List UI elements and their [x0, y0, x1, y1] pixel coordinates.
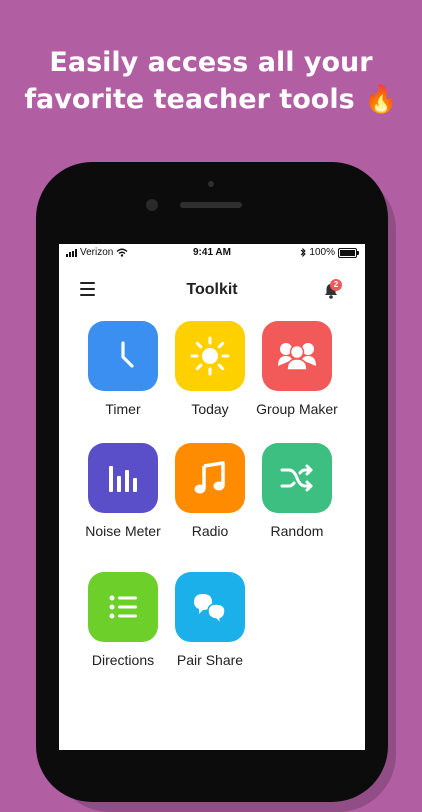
- directions-tile-background: [88, 572, 158, 642]
- phone-speaker: [180, 202, 242, 208]
- tool-label: Directions: [91, 652, 155, 668]
- nav-bar: Toolkit 2: [59, 271, 365, 305]
- battery-icon: [338, 247, 359, 258]
- tool-today[interactable]: Today: [167, 321, 253, 417]
- app-screen: Verizon 9:41 AM 100% Toolkit 2 Timer Tod…: [59, 244, 365, 750]
- tool-label: Today: [191, 401, 229, 417]
- headline: Easily access all your favorite teacher …: [0, 44, 422, 118]
- phone-sensor: [208, 181, 214, 187]
- tool-label: Radio: [191, 523, 229, 539]
- list-icon: [109, 595, 137, 619]
- pair-share-tile-background: [175, 572, 245, 642]
- tool-timer[interactable]: Timer: [80, 321, 166, 417]
- tool-group-maker[interactable]: Group Maker: [254, 321, 340, 417]
- tool-radio[interactable]: Radio: [167, 443, 253, 539]
- headline-line-2: favorite teacher tools 🔥: [24, 84, 398, 115]
- sun-icon: [190, 336, 230, 376]
- tool-directions[interactable]: Directions: [80, 572, 166, 668]
- today-tile-background: [175, 321, 245, 391]
- tool-random[interactable]: Random: [254, 443, 340, 539]
- notification-badge: 2: [330, 279, 342, 291]
- shuffle-icon: [280, 464, 313, 492]
- chat-bubbles-icon: [194, 594, 226, 627]
- noise-meter-icon: [109, 466, 137, 492]
- tool-label: Noise Meter: [85, 523, 161, 539]
- tool-pair-share[interactable]: Pair Share: [167, 572, 253, 668]
- tool-label: Pair Share: [176, 652, 244, 668]
- battery-percent: 100%: [309, 247, 335, 258]
- tool-label: Group Maker: [256, 401, 338, 417]
- tool-noise-meter[interactable]: Noise Meter: [80, 443, 166, 539]
- music-note-icon: [194, 461, 225, 494]
- noise-meter-tile-background: [88, 443, 158, 513]
- group-icon: [278, 343, 316, 371]
- tool-label: Timer: [105, 401, 141, 417]
- headline-line-1: Easily access all your: [49, 47, 373, 78]
- phone-camera: [146, 199, 158, 211]
- status-bar: Verizon 9:41 AM 100%: [59, 244, 365, 262]
- tool-label: Random: [270, 523, 324, 539]
- radio-tile-background: [175, 443, 245, 513]
- group-maker-tile-background: [262, 321, 332, 391]
- clock-icon: [121, 341, 134, 368]
- timer-tile-background: [88, 321, 158, 391]
- fire-icon: 🔥: [364, 84, 398, 115]
- page-title: Toolkit: [186, 281, 238, 298]
- status-right: 100%: [300, 247, 359, 258]
- bluetooth-icon: [301, 248, 307, 257]
- random-tile-background: [262, 443, 332, 513]
